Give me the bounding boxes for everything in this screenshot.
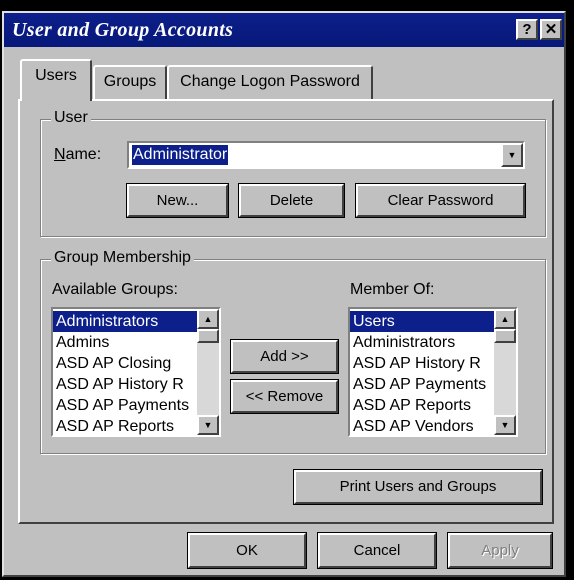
- ok-button[interactable]: OK: [187, 532, 307, 569]
- member-of-list[interactable]: Users Administrators ASD AP History R AS…: [348, 307, 518, 437]
- delete-user-button[interactable]: Delete: [238, 183, 345, 218]
- window-title: User and Group Accounts: [12, 19, 234, 41]
- list-item[interactable]: Administrators: [350, 332, 494, 353]
- close-button[interactable]: ✕: [540, 19, 562, 40]
- list-item[interactable]: ASD AP History R: [350, 353, 494, 374]
- remove-button-label: << Remove: [245, 388, 324, 405]
- cancel-button[interactable]: Cancel: [317, 532, 437, 569]
- user-group-title: User: [51, 109, 91, 127]
- add-button[interactable]: Add >>: [230, 339, 339, 374]
- group-membership-groupbox: Group Membership Available Groups: Membe…: [40, 249, 546, 454]
- scroll-thumb[interactable]: [197, 329, 219, 343]
- dialog-window: User and Group Accounts ? ✕ Users Groups…: [2, 11, 566, 577]
- list-item[interactable]: Users: [350, 311, 494, 332]
- tab-users[interactable]: Users: [20, 59, 92, 101]
- member-of-scrollbar[interactable]: ▲ ▼: [494, 309, 516, 435]
- list-item[interactable]: Admins: [53, 332, 197, 353]
- list-item[interactable]: ASD AP Closing: [53, 353, 197, 374]
- list-item[interactable]: Administrators: [53, 311, 197, 332]
- print-users-and-groups-button[interactable]: Print Users and Groups: [293, 469, 543, 505]
- apply-button-label: Apply: [481, 542, 519, 559]
- new-user-button[interactable]: New...: [126, 183, 229, 218]
- group-membership-title: Group Membership: [51, 249, 194, 267]
- scroll-up-icon[interactable]: ▲: [494, 309, 516, 329]
- scroll-up-icon[interactable]: ▲: [197, 309, 219, 329]
- list-item[interactable]: ASD AP Vendors: [350, 416, 494, 435]
- cancel-button-label: Cancel: [353, 542, 401, 559]
- add-button-label: Add >>: [260, 348, 309, 365]
- tab-change-password-label: Change Logon Password: [180, 73, 360, 90]
- ok-button-label: OK: [236, 542, 258, 559]
- tab-groups-label: Groups: [103, 73, 157, 90]
- user-groupbox: User Name: Administrator ▼ New... Delete…: [40, 109, 546, 237]
- available-groups-label: Available Groups:: [52, 281, 178, 298]
- tab-panel-users: User Name: Administrator ▼ New... Delete…: [18, 99, 554, 524]
- new-button-label: New...: [156, 192, 199, 209]
- scroll-thumb[interactable]: [494, 329, 516, 343]
- tab-groups[interactable]: Groups: [93, 65, 167, 99]
- list-item[interactable]: ASD AP Reports: [350, 395, 494, 416]
- tab-change-logon-password[interactable]: Change Logon Password: [167, 65, 373, 99]
- title-bar[interactable]: User and Group Accounts ? ✕: [4, 13, 564, 47]
- list-item[interactable]: ASD AP Payments: [350, 374, 494, 395]
- name-value: Administrator: [132, 145, 229, 165]
- name-combobox[interactable]: Administrator ▼: [127, 141, 525, 169]
- member-of-label: Member Of:: [350, 281, 435, 298]
- delete-button-label: Delete: [269, 192, 314, 209]
- list-item[interactable]: ASD AP History R: [53, 374, 197, 395]
- available-scrollbar[interactable]: ▲ ▼: [197, 309, 219, 435]
- available-groups-list[interactable]: Administrators Admins ASD AP Closing ASD…: [51, 307, 221, 437]
- chevron-down-icon: ▼: [507, 150, 517, 160]
- remove-button[interactable]: << Remove: [230, 379, 339, 414]
- list-item[interactable]: ASD AP Payments: [53, 395, 197, 416]
- clear-password-button[interactable]: Clear Password: [355, 183, 526, 218]
- scroll-down-icon[interactable]: ▼: [197, 415, 219, 435]
- name-label: Name:: [54, 146, 102, 163]
- name-dropdown-button[interactable]: ▼: [501, 143, 523, 167]
- apply-button[interactable]: Apply: [447, 532, 553, 569]
- clear-password-label: Clear Password: [387, 192, 494, 209]
- list-item[interactable]: ASD AP Reports: [53, 416, 197, 435]
- scroll-down-icon[interactable]: ▼: [494, 415, 516, 435]
- help-button[interactable]: ?: [516, 19, 538, 40]
- tab-users-label: Users: [35, 67, 77, 84]
- print-button-label: Print Users and Groups: [339, 478, 497, 495]
